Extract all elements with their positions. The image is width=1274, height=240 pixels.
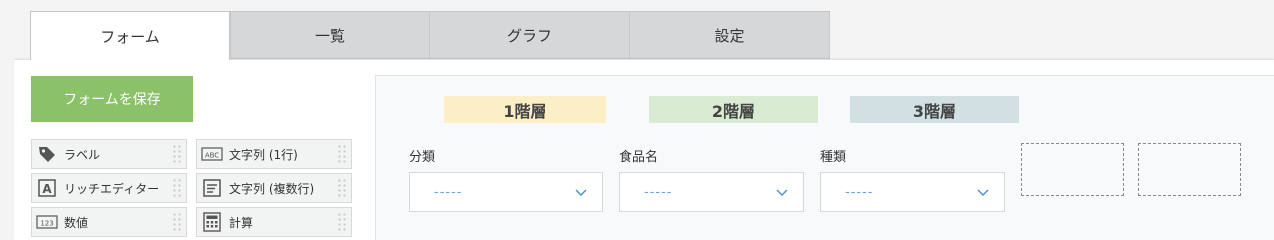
palette-item-multi-line-text[interactable]: 文字列 (複数行): [196, 173, 352, 203]
tab-settings[interactable]: 設定: [630, 11, 830, 59]
level-2-label: 2階層: [649, 96, 818, 123]
palette-item-text: 文字列 (複数行): [229, 181, 315, 196]
level-1-label: 1階層: [444, 96, 606, 123]
chevron-down-icon: [775, 184, 789, 203]
palette-item-text: 文字列 (1行): [229, 147, 298, 162]
palette-item-text: ラベル: [64, 147, 101, 162]
category-dropdown[interactable]: -----: [409, 172, 603, 212]
level-3-label: 3階層: [850, 96, 1019, 123]
chevron-down-icon: [976, 184, 990, 203]
drag-handle-icon[interactable]: [172, 178, 182, 198]
palette-item-rich-editor[interactable]: A リッチエディター: [31, 173, 187, 203]
level-3-text: 3階層: [912, 101, 957, 121]
number-icon: 123: [36, 211, 58, 233]
calculator-icon: [201, 211, 223, 233]
drag-handle-icon[interactable]: [337, 144, 347, 164]
tab-label: グラフ: [506, 26, 552, 45]
abc-text-icon: ABC: [201, 143, 223, 165]
tab-form[interactable]: フォーム: [30, 11, 230, 60]
empty-field-placeholder[interactable]: [1021, 143, 1124, 196]
tab-label: 設定: [714, 26, 745, 45]
chevron-down-icon: [574, 184, 588, 203]
drag-handle-icon[interactable]: [172, 144, 182, 164]
svg-text:ABC: ABC: [205, 152, 219, 160]
rich-editor-icon: A: [36, 177, 58, 199]
field-label-type: 種類: [820, 150, 847, 165]
save-form-button-label: フォームを保存: [63, 92, 161, 108]
field-label-category: 分類: [409, 150, 436, 165]
dropdown-value: -----: [434, 184, 463, 200]
palette-item-text: 計算: [229, 215, 254, 230]
tab-list[interactable]: 一覧: [230, 11, 430, 59]
field-label-food-name: 食品名: [619, 150, 659, 165]
tag-icon: [36, 143, 58, 165]
palette-item-label[interactable]: ラベル: [31, 139, 187, 169]
tab-bar: フォーム 一覧 グラフ 設定: [30, 11, 830, 60]
dropdown-value: -----: [644, 184, 673, 200]
svg-text:A: A: [42, 182, 52, 196]
tab-graph[interactable]: グラフ: [430, 11, 630, 59]
drag-handle-icon[interactable]: [337, 212, 347, 232]
palette-item-single-line-text[interactable]: ABC 文字列 (1行): [196, 139, 352, 169]
palette-item-text: リッチエディター: [64, 181, 160, 196]
food-name-dropdown[interactable]: -----: [619, 172, 804, 212]
svg-text:123: 123: [40, 220, 53, 228]
type-dropdown[interactable]: -----: [820, 172, 1005, 212]
level-1-text: 1階層: [503, 101, 547, 121]
palette-item-calculation[interactable]: 計算: [196, 207, 352, 237]
drag-handle-icon[interactable]: [337, 178, 347, 198]
dropdown-value: -----: [845, 184, 874, 200]
tab-label: フォーム: [100, 27, 160, 46]
empty-field-placeholder[interactable]: [1138, 143, 1241, 196]
palette-item-text: 数値: [64, 215, 89, 230]
tab-label: 一覧: [314, 26, 345, 45]
palette-item-number[interactable]: 123 数値: [31, 207, 187, 237]
drag-handle-icon[interactable]: [172, 212, 182, 232]
save-form-button[interactable]: フォームを保存: [31, 76, 193, 122]
multiline-text-icon: [201, 177, 223, 199]
level-2-text: 2階層: [711, 101, 756, 121]
